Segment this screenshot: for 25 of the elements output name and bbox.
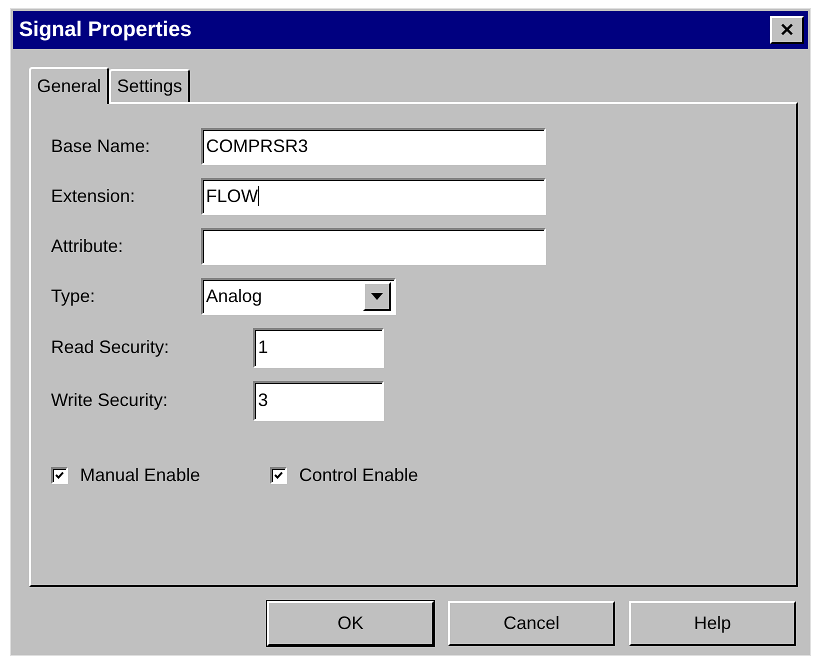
field-label: Type: bbox=[51, 286, 96, 306]
checkbox[interactable] bbox=[51, 467, 68, 484]
dialog-button[interactable]: OK bbox=[267, 601, 434, 646]
field-label: Base Name: bbox=[51, 136, 152, 156]
input-field[interactable]: 3 bbox=[253, 380, 384, 420]
input-field[interactable] bbox=[201, 228, 546, 264]
field-label: Read Security: bbox=[51, 337, 170, 358]
checkmark-icon bbox=[55, 471, 64, 480]
checkbox-label: Manual Enable bbox=[80, 465, 200, 486]
type-dropdown[interactable]: Analog bbox=[201, 278, 396, 314]
input-field[interactable]: COMPRSR3 bbox=[201, 128, 546, 164]
field-label: Extension: bbox=[51, 186, 136, 206]
tab[interactable]: General bbox=[29, 67, 110, 104]
dialog-button[interactable]: Help bbox=[629, 601, 796, 646]
input-field[interactable]: 1 bbox=[253, 328, 384, 368]
checkbox[interactable] bbox=[270, 467, 288, 484]
field-label: Attribute: bbox=[51, 236, 124, 256]
close-button[interactable]: ✕ bbox=[770, 16, 804, 44]
checkbox-label: Control Enable bbox=[299, 465, 418, 486]
field-label: Write Security: bbox=[51, 390, 169, 411]
window-title: Signal Properties bbox=[19, 18, 192, 42]
tab[interactable]: Settings bbox=[109, 69, 190, 102]
dialog-button[interactable]: Cancel bbox=[448, 601, 615, 646]
checkmark-icon bbox=[274, 471, 284, 480]
input-field[interactable]: FLOW bbox=[201, 178, 546, 214]
